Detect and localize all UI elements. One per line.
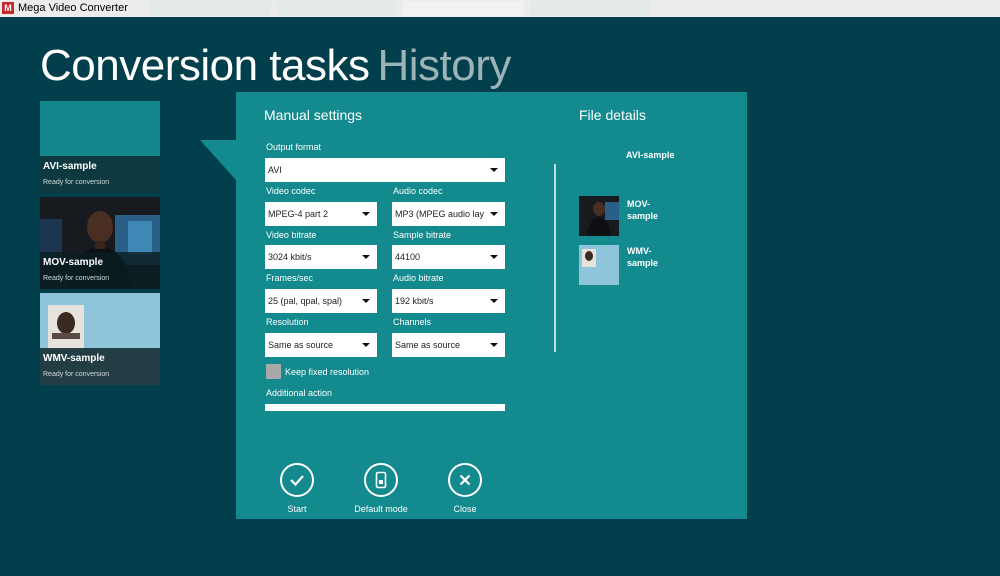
task-name: MOV-sample — [43, 257, 104, 268]
panel-divider — [554, 164, 556, 352]
start-button[interactable]: Start — [257, 463, 337, 514]
audio-codec-select[interactable]: MP3 (MPEG audio lay — [392, 202, 505, 226]
app-logo-icon: M — [2, 2, 14, 14]
task-info: MOV-sample Ready for conversion — [40, 252, 160, 289]
sample-bitrate-value: 44100 — [395, 252, 421, 262]
chevron-down-icon — [490, 168, 498, 172]
resolution-label: Resolution — [266, 317, 309, 327]
frames-value: 25 (pal, qpal, spal) — [268, 296, 343, 306]
frames-label: Frames/sec — [266, 273, 314, 283]
close-icon — [448, 463, 482, 497]
chevron-down-icon — [490, 255, 498, 259]
additional-action-select[interactable] — [265, 404, 505, 411]
chevron-down-icon — [362, 255, 370, 259]
window-title-bar: M Mega Video Converter — [0, 0, 1000, 17]
video-codec-label: Video codec — [266, 186, 316, 196]
keep-fixed-resolution-checkbox[interactable] — [266, 364, 281, 379]
settings-panel: Manual settings Output format AVI Video … — [236, 92, 747, 519]
task-tile-wmv[interactable]: WMV-sample Ready for conversion — [40, 293, 160, 385]
background-tabs — [150, 1, 650, 16]
chevron-down-icon — [362, 212, 370, 216]
audio-bitrate-value: 192 kbit/s — [395, 296, 434, 306]
panel-pointer — [200, 140, 236, 180]
default-mode-button[interactable]: Default mode — [341, 463, 421, 514]
channels-select[interactable]: Same as source — [392, 333, 505, 357]
device-icon — [364, 463, 398, 497]
sample-bitrate-select[interactable]: 44100 — [392, 245, 505, 269]
task-tile-mov[interactable]: MOV-sample Ready for conversion — [40, 197, 160, 289]
chevron-down-icon — [362, 299, 370, 303]
chevron-down-icon — [490, 343, 498, 347]
output-format-label: Output format — [266, 142, 322, 152]
audio-bitrate-label: Audio bitrate — [393, 273, 444, 283]
sample-bitrate-label: Sample bitrate — [393, 230, 452, 240]
video-bitrate-value: 3024 kbit/s — [268, 252, 312, 262]
video-codec-select[interactable]: MPEG-4 part 2 — [265, 202, 377, 226]
task-name: WMV-sample — [43, 353, 105, 364]
video-bitrate-select[interactable]: 3024 kbit/s — [265, 245, 377, 269]
task-info: AVI-sample Ready for conversion — [40, 156, 160, 193]
resolution-value: Same as source — [268, 340, 334, 350]
audio-bitrate-select[interactable]: 192 kbit/s — [392, 289, 505, 313]
additional-action-label: Additional action — [266, 388, 333, 398]
audio-codec-value: MP3 (MPEG audio lay — [395, 209, 485, 219]
video-thumbnail — [579, 196, 619, 236]
channels-value: Same as source — [395, 340, 461, 350]
video-thumbnail — [579, 245, 619, 285]
file-detail-name: WMV- sample — [627, 246, 659, 268]
close-button[interactable]: Close — [425, 463, 505, 514]
tab-history[interactable]: History — [377, 41, 511, 90]
channels-label: Channels — [393, 317, 432, 327]
task-status: Ready for conversion — [43, 179, 110, 186]
task-status: Ready for conversion — [43, 371, 110, 378]
frames-select[interactable]: 25 (pal, qpal, spal) — [265, 289, 377, 313]
page-header: Conversion tasks History — [40, 38, 511, 94]
task-status: Ready for conversion — [43, 275, 110, 282]
manual-settings-title: Manual settings — [264, 107, 363, 123]
tab-conversion-tasks[interactable]: Conversion tasks — [40, 41, 370, 90]
chevron-down-icon — [490, 299, 498, 303]
file-detail-name: MOV- sample — [627, 199, 659, 221]
start-label: Start — [287, 504, 307, 514]
task-info: WMV-sample Ready for conversion — [40, 348, 160, 385]
file-details-title: File details — [579, 107, 646, 123]
task-name: AVI-sample — [43, 161, 97, 172]
video-bitrate-label: Video bitrate — [266, 230, 317, 240]
chevron-down-icon — [362, 343, 370, 347]
default-mode-label: Default mode — [354, 504, 408, 514]
window-title: Mega Video Converter — [18, 2, 128, 14]
keep-fixed-resolution-label: Keep fixed resolution — [285, 367, 370, 377]
chevron-down-icon — [490, 212, 498, 216]
audio-codec-label: Audio codec — [393, 186, 443, 196]
check-icon — [280, 463, 314, 497]
video-codec-value: MPEG-4 part 2 — [268, 209, 329, 219]
close-label: Close — [453, 504, 477, 514]
output-format-value: AVI — [268, 165, 282, 175]
current-file-name: AVI-sample — [626, 150, 675, 160]
output-format-select[interactable]: AVI — [265, 158, 505, 182]
resolution-select[interactable]: Same as source — [265, 333, 377, 357]
task-tile-avi[interactable]: AVI-sample Ready for conversion — [40, 101, 160, 193]
